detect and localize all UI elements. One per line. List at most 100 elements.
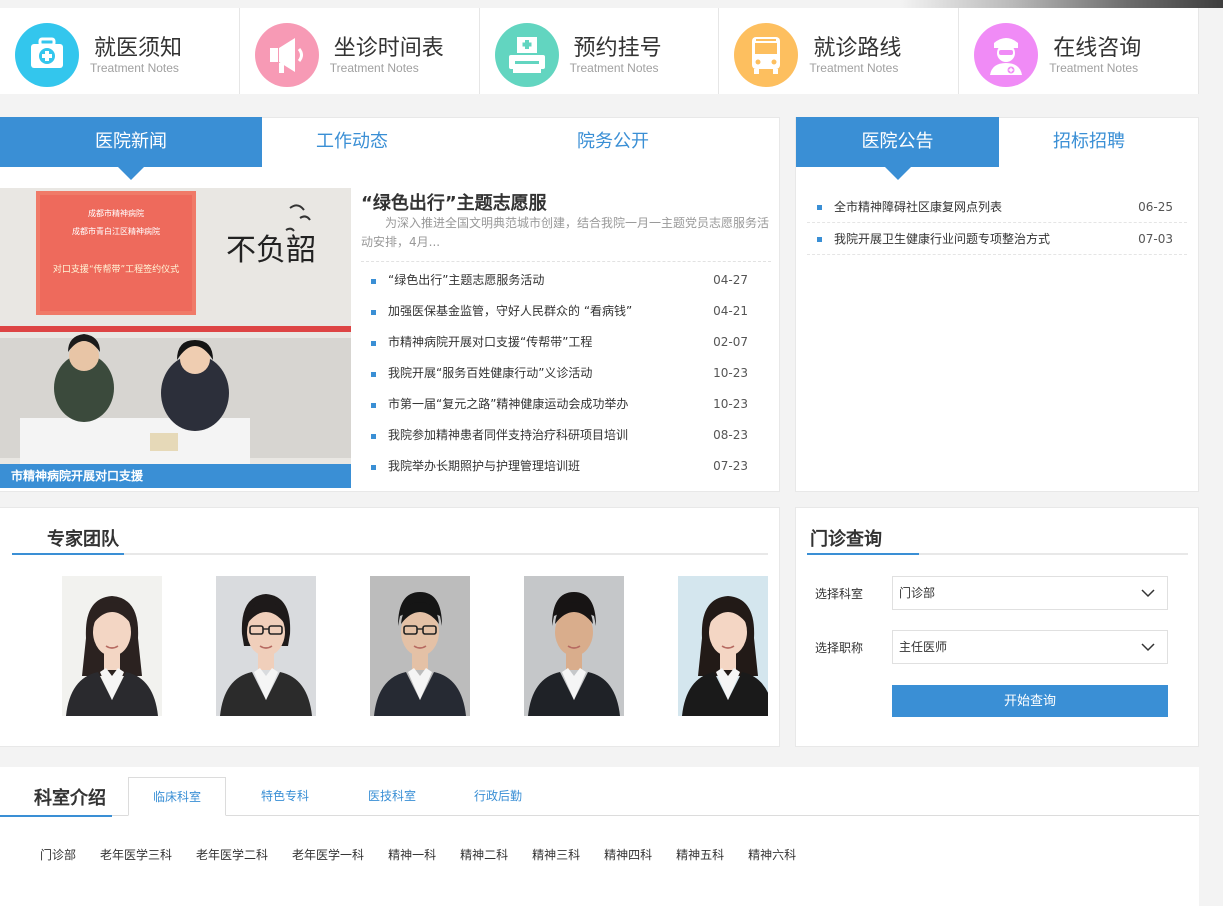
chevron-down-icon	[1141, 589, 1155, 598]
expert-photo[interactable]	[524, 576, 624, 716]
expert-panel: 专家团队	[0, 507, 780, 747]
news-date: 10-23	[713, 397, 748, 411]
news-date: 02-07	[713, 335, 748, 349]
expert-photo[interactable]	[370, 576, 470, 716]
bus-icon	[734, 23, 799, 87]
wall-slogan: 不负韶	[226, 233, 316, 268]
expert-photo[interactable]	[216, 576, 316, 716]
feature-title[interactable]: “绿色出行”主题志愿服	[361, 189, 547, 215]
notice-list: 全市精神障碍社区康复网点列表 06-25 我院开展卫生健康行业问题专项整治方式 07…	[807, 191, 1187, 255]
department-select[interactable]: 门诊部	[892, 576, 1168, 610]
banner-line-3: 对口支援“传帮带”工程签约仪式	[53, 263, 179, 275]
quick-nav-online-consult[interactable]: 在线咨询 Treatment Notes	[959, 8, 1199, 94]
quick-nav-route[interactable]: 就诊路线 Treatment Notes	[719, 8, 960, 94]
quick-nav-title: 预约挂号	[573, 36, 662, 61]
news-item[interactable]: 市第一届“复元之路”精神健康运动会成功举办 10-23	[371, 389, 761, 420]
news-date: 10-23	[713, 366, 748, 380]
department-link[interactable]: 老年医学一科	[292, 846, 364, 863]
news-item[interactable]: 我院开展“服务百姓健康行动”义诊活动 10-23	[371, 358, 761, 389]
news-title: 加强医保基金监管，守好人民群众的 “看病钱”	[388, 304, 633, 318]
nurse-icon	[974, 23, 1039, 87]
news-title: “绿色出行”主题志愿服务活动	[388, 273, 545, 287]
feature-description: 为深入推进全国文明典范城市创建，结合我院一月一主题党员志愿服务活动安排，4月..…	[361, 216, 770, 249]
department-link[interactable]: 精神六科	[748, 846, 796, 863]
department-tabs: 临床科室 特色专科 医技科室 行政后勤	[128, 777, 556, 816]
tab-clinical-departments[interactable]: 临床科室	[128, 777, 226, 816]
news-date: 04-27	[713, 273, 748, 287]
department-link[interactable]: 精神二科	[460, 846, 508, 863]
news-title: 市第一届“复元之路”精神健康运动会成功举办	[388, 397, 629, 411]
tab-hospital-notice[interactable]: 医院公告	[796, 117, 999, 180]
quick-nav-title: 在线咨询	[1053, 36, 1142, 61]
quick-nav-subtitle: Treatment Notes	[569, 61, 659, 75]
feature-image[interactable]: 成都市精神病院 成都市青白江区精神病院 对口支援“传帮带”工程签约仪式 不负韶 …	[0, 188, 351, 488]
title-label: 选择职称	[815, 641, 864, 655]
expert-section-title: 专家团队	[47, 529, 119, 550]
department-list: 门诊部 老年医学三科 老年医学二科 老年医学一科 精神一科 精神二科 精神三科 …	[40, 846, 820, 863]
title-value: 主任医师	[899, 640, 948, 654]
section-underline	[12, 553, 768, 555]
notice-date: 07-03	[1138, 232, 1173, 246]
feature-caption: 市精神病院开展对口支援	[0, 464, 351, 488]
register-printer-icon	[494, 23, 559, 87]
quick-nav-title: 就诊路线	[813, 36, 902, 61]
start-query-button[interactable]: 开始查询	[892, 685, 1168, 717]
quick-nav-subtitle: Treatment Notes	[329, 61, 419, 75]
department-link[interactable]: 老年医学二科	[196, 846, 268, 863]
top-photo-strip	[900, 0, 1223, 8]
quick-nav-treatment-notes[interactable]: 就医须知 Treatment Notes	[0, 8, 240, 94]
notice-item[interactable]: 全市精神障碍社区康复网点列表 06-25	[807, 191, 1187, 223]
expert-photo[interactable]	[678, 576, 768, 716]
tab-hospital-news[interactable]: 医院新闻	[0, 117, 262, 180]
notice-item[interactable]: 我院开展卫生健康行业问题专项整治方式 07-03	[807, 223, 1187, 255]
news-item[interactable]: 我院参加精神患者同伴支持治疗科研项目培训 08-23	[371, 420, 761, 451]
chevron-down-icon	[1141, 643, 1155, 652]
notice-tabs: 医院公告 招标招聘	[796, 117, 1179, 180]
notice-date: 06-25	[1138, 200, 1173, 214]
section-underline	[807, 553, 1188, 555]
quick-nav-title: 坐诊时间表	[333, 36, 444, 61]
expert-photo[interactable]	[62, 576, 162, 716]
title-select[interactable]: 主任医师	[892, 630, 1168, 664]
department-link[interactable]: 精神一科	[388, 846, 436, 863]
quick-nav-subtitle: Treatment Notes	[809, 61, 899, 75]
news-date: 04-21	[713, 304, 748, 318]
news-panel: 医院新闻 工作动态 院务公开 成都市精神病院 成都市青白江区精神病院 对口支援“…	[0, 117, 780, 492]
department-panel: 科室介绍 临床科室 特色专科 医技科室 行政后勤 门诊部 老年医学三科 老年医学…	[0, 767, 1199, 906]
news-tabs: 医院新闻 工作动态 院务公开	[0, 117, 784, 180]
notice-panel: 医院公告 招标招聘 全市精神障碍社区康复网点列表 06-25 我院开展卫生健康行业…	[795, 117, 1199, 492]
news-date: 08-23	[713, 428, 748, 442]
department-value: 门诊部	[899, 586, 936, 600]
tab-admin-logistics[interactable]: 行政后勤	[440, 777, 556, 816]
news-title: 市精神病院开展对口支援“传帮带”工程	[388, 335, 593, 349]
tab-affairs-public[interactable]: 院务公开	[442, 117, 784, 167]
clinic-section-title: 门诊查询	[810, 529, 882, 550]
department-link[interactable]: 精神三科	[532, 846, 580, 863]
department-link[interactable]: 门诊部	[40, 846, 76, 863]
news-item[interactable]: 市精神病院开展对口支援“传帮带”工程 02-07	[371, 327, 761, 358]
tab-work-updates[interactable]: 工作动态	[262, 117, 442, 167]
news-item[interactable]: “绿色出行”主题志愿服务活动 04-27	[371, 265, 761, 296]
news-date: 07-23	[713, 459, 748, 473]
divider	[361, 261, 771, 262]
news-item[interactable]: 加强医保基金监管，守好人民群众的 “看病钱” 04-21	[371, 296, 761, 327]
department-label: 选择科室	[815, 587, 864, 601]
quick-nav-title: 就医须知	[94, 36, 183, 61]
tab-medical-tech[interactable]: 医技科室	[344, 777, 440, 816]
department-link[interactable]: 精神四科	[604, 846, 652, 863]
news-list: “绿色出行”主题志愿服务活动 04-27 加强医保基金监管，守好人民群众的 “看病…	[371, 265, 761, 482]
tab-special-departments[interactable]: 特色专科	[226, 777, 344, 816]
department-link[interactable]: 精神五科	[676, 846, 724, 863]
quick-nav-schedule[interactable]: 坐诊时间表 Treatment Notes	[240, 8, 480, 94]
banner-line-1: 成都市精神病院	[88, 208, 144, 218]
news-item[interactable]: 我院举办长期照护与护理管理培训班 07-23	[371, 451, 761, 482]
tab-tender-recruit[interactable]: 招标招聘	[999, 117, 1179, 167]
banner-line-2: 成都市青白江区精神病院	[72, 226, 160, 236]
first-aid-kit-icon	[15, 23, 79, 87]
quick-nav-subtitle: Treatment Notes	[90, 61, 179, 75]
notice-title: 我院开展卫生健康行业问题专项整治方式	[834, 232, 1051, 246]
notice-title: 全市精神障碍社区康复网点列表	[834, 200, 1003, 214]
department-link[interactable]: 老年医学三科	[100, 846, 172, 863]
quick-nav-appointment[interactable]: 预约挂号 Treatment Notes	[480, 8, 720, 94]
news-title: 我院举办长期照护与护理管理培训班	[388, 459, 581, 473]
